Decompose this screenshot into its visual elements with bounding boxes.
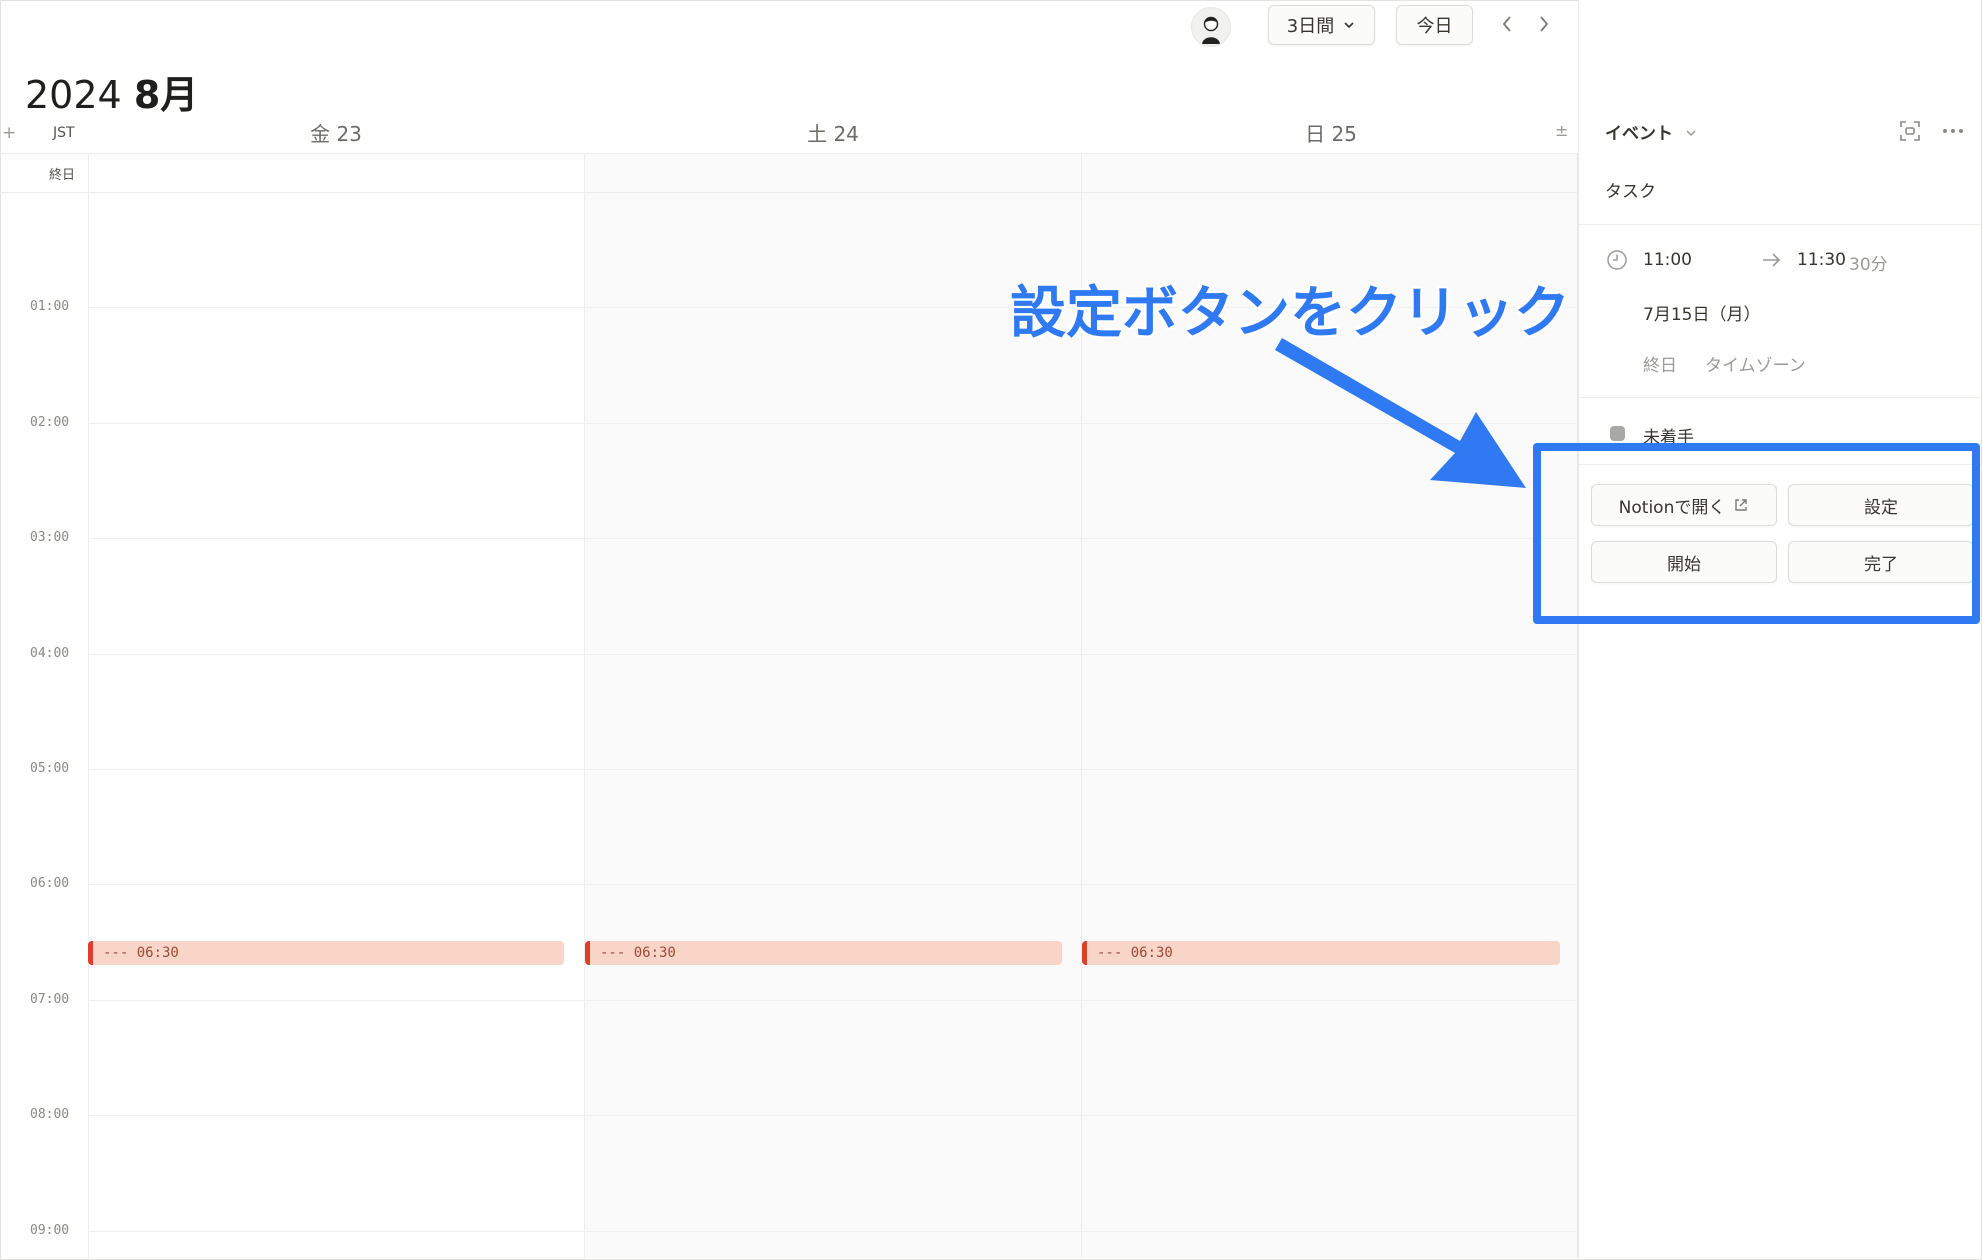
- day-header-sat[interactable]: 土 24: [731, 118, 935, 147]
- time-gutter-divider: [88, 154, 89, 1258]
- focus-button[interactable]: [1899, 120, 1921, 142]
- duration-label: 30分: [1849, 255, 1888, 275]
- panel-divider: [1579, 397, 1981, 398]
- event-label: --- 06:30: [103, 945, 179, 961]
- annotation-arrow: [1275, 338, 1526, 488]
- day-header-fri[interactable]: 金 23: [234, 118, 438, 147]
- timezone-option[interactable]: タイムゾーン: [1705, 351, 1806, 376]
- hour-label: 09:00: [30, 1223, 70, 1238]
- hour-label: 05:00: [30, 761, 70, 776]
- timezone-label: JST: [53, 125, 75, 141]
- hour-label: 07:00: [30, 992, 70, 1007]
- month-label: 8月: [133, 73, 199, 117]
- allday-divider: [0, 192, 1578, 193]
- allday-toggle[interactable]: 終日: [1643, 351, 1677, 376]
- allday-label: 終日: [49, 168, 76, 183]
- more-horizontal-icon: [1943, 129, 1963, 133]
- end-time-field[interactable]: 11:30: [1797, 250, 1846, 270]
- avatar-person-icon: [1202, 16, 1220, 44]
- hour-label: 04:00: [30, 646, 70, 661]
- hour-label: 03:00: [30, 530, 70, 545]
- panel-divider: [1579, 224, 1981, 225]
- external-link-icon: [1735, 499, 1748, 511]
- chevron-down-icon: [1344, 22, 1354, 29]
- hour-label: 02:00: [30, 415, 70, 430]
- open-in-notion-button[interactable]: Notionで開く: [1591, 484, 1777, 526]
- weekday-label: 日: [1305, 122, 1326, 146]
- today-label: 今日: [1416, 16, 1453, 37]
- hour-line: [88, 884, 1578, 885]
- add-event-button[interactable]: +: [2, 123, 16, 143]
- month-title: 2024 8月: [25, 64, 198, 119]
- open-in-notion-label: Notionで開く: [1618, 497, 1726, 518]
- event-detail-panel: イベント タスク 11:00 11:30 30分 7月15日（月） 終日 タイム…: [1578, 0, 1981, 1258]
- panel-divider: [1579, 464, 1981, 465]
- status-select[interactable]: 未着手: [1643, 423, 1694, 448]
- event-block-fri[interactable]: --- 06:30: [88, 941, 564, 965]
- previous-button[interactable]: [1495, 12, 1519, 36]
- day-header-sun[interactable]: 日 25: [1229, 118, 1433, 147]
- date-field[interactable]: 7月15日（月）: [1643, 300, 1760, 325]
- hour-line: [88, 654, 1578, 655]
- year-label: 2024: [25, 73, 122, 117]
- user-avatar[interactable]: [1191, 7, 1231, 47]
- hour-label: 08:00: [30, 1107, 70, 1122]
- hour-label: 06:00: [30, 876, 70, 891]
- hour-line: [88, 1115, 1578, 1116]
- day-divider: [584, 154, 585, 1258]
- date-label: 24: [833, 122, 859, 146]
- hour-line: [88, 538, 1578, 539]
- hour-label: 01:00: [30, 299, 70, 314]
- chevron-down-icon: [1686, 130, 1696, 137]
- arrow-right-icon: [1761, 251, 1783, 269]
- chevron-left-icon: [1502, 16, 1511, 32]
- more-options-button[interactable]: [1941, 121, 1965, 141]
- timezone-toggle-button[interactable]: ±: [1555, 121, 1568, 140]
- settings-label: 設定: [1864, 497, 1898, 518]
- task-title[interactable]: タスク: [1605, 177, 1656, 202]
- today-button[interactable]: 今日: [1396, 5, 1473, 45]
- weekday-label: 土: [807, 122, 828, 146]
- start-label: 開始: [1667, 554, 1701, 575]
- event-type-dropdown[interactable]: イベント: [1605, 119, 1697, 144]
- header-divider: [0, 153, 1578, 154]
- start-button[interactable]: 開始: [1591, 541, 1777, 583]
- hour-line: [88, 1231, 1578, 1232]
- hour-line: [88, 1000, 1578, 1001]
- event-block-sat[interactable]: --- 06:30: [585, 941, 1062, 965]
- start-time-field[interactable]: 11:00: [1643, 250, 1692, 270]
- status-dot-icon: [1610, 426, 1625, 441]
- event-label: --- 06:30: [1097, 945, 1173, 961]
- event-type-label: イベント: [1605, 124, 1673, 144]
- chevron-right-icon: [1540, 16, 1549, 32]
- complete-button[interactable]: 完了: [1788, 541, 1974, 583]
- date-label: 25: [1331, 122, 1357, 146]
- clock-icon: [1606, 249, 1628, 271]
- event-label: --- 06:30: [600, 945, 676, 961]
- date-label: 23: [336, 122, 362, 146]
- hour-line: [88, 769, 1578, 770]
- view-range-label: 3日間: [1286, 16, 1335, 37]
- view-range-dropdown[interactable]: 3日間: [1268, 5, 1375, 45]
- next-button[interactable]: [1532, 12, 1556, 36]
- weekday-label: 金: [310, 122, 331, 146]
- complete-label: 完了: [1864, 554, 1898, 575]
- settings-button[interactable]: 設定: [1788, 484, 1974, 526]
- focus-frame-icon: [1900, 121, 1920, 141]
- event-block-sun[interactable]: --- 06:30: [1082, 941, 1560, 965]
